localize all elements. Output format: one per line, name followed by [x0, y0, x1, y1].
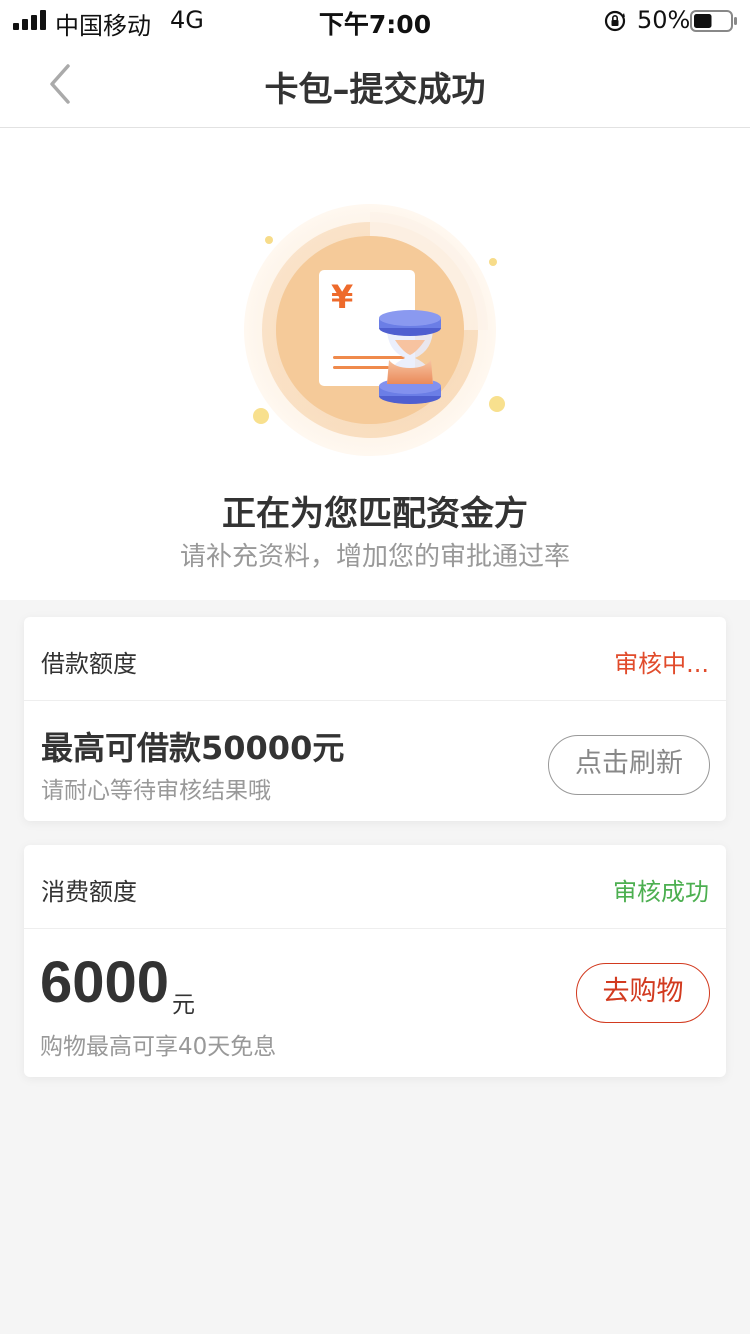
loan-limit-card: 借款额度 审核中... 最高可借款50000元 请耐心等待审核结果哦 点击刷新 [24, 617, 726, 821]
navigation-bar: 卡包–提交成功 [0, 40, 750, 128]
battery-percentage: 50% [637, 6, 691, 34]
consumption-limit-label: 消费额度 [41, 878, 137, 906]
loan-card-body: 最高可借款50000元 请耐心等待审核结果哦 点击刷新 [24, 701, 726, 821]
battery-icon [690, 10, 737, 32]
consume-card-body: 6000 元 购物最高可享40天免息 去购物 [24, 929, 726, 1077]
loan-card-header: 借款额度 审核中... [24, 617, 726, 701]
consumption-hint: 购物最高可享40天免息 [40, 1034, 277, 1060]
status-bar: 中国移动 4G 下午7:00 50% [0, 0, 750, 40]
go-shopping-button[interactable]: 去购物 [576, 963, 710, 1023]
consume-card-header: 消费额度 审核成功 [24, 845, 726, 929]
hourglass-document-illustration: ¥ [244, 204, 505, 456]
consumption-amount: 6000 [40, 950, 170, 1015]
consumption-unit: 元 [172, 992, 195, 1018]
rotation-lock-icon [604, 10, 626, 32]
hero-title: 正在为您匹配资金方 [222, 494, 528, 534]
loan-status-badge: 审核中... [614, 650, 709, 678]
hero-section: ¥ 正在为您匹配资金方 请补充资料，增加您的审批通过率 [0, 128, 750, 600]
consumption-limit-card: 消费额度 审核成功 6000 元 购物最高可享40天免息 去购物 [24, 845, 726, 1077]
loan-hint: 请耐心等待审核结果哦 [41, 778, 271, 804]
loan-max-amount: 最高可借款50000元 [41, 729, 345, 767]
loan-limit-label: 借款额度 [41, 650, 137, 678]
hero-subtitle: 请补充资料，增加您的审批通过率 [179, 542, 570, 572]
refresh-button[interactable]: 点击刷新 [548, 735, 710, 795]
currency-symbol: ¥ [331, 278, 353, 316]
consume-status-badge: 审核成功 [613, 878, 709, 906]
page: 中国移动 4G 下午7:00 50% 卡包–提交成功 ¥ 正在为您匹配资金方 请… [0, 0, 750, 1334]
page-title: 卡包–提交成功 [264, 70, 486, 110]
